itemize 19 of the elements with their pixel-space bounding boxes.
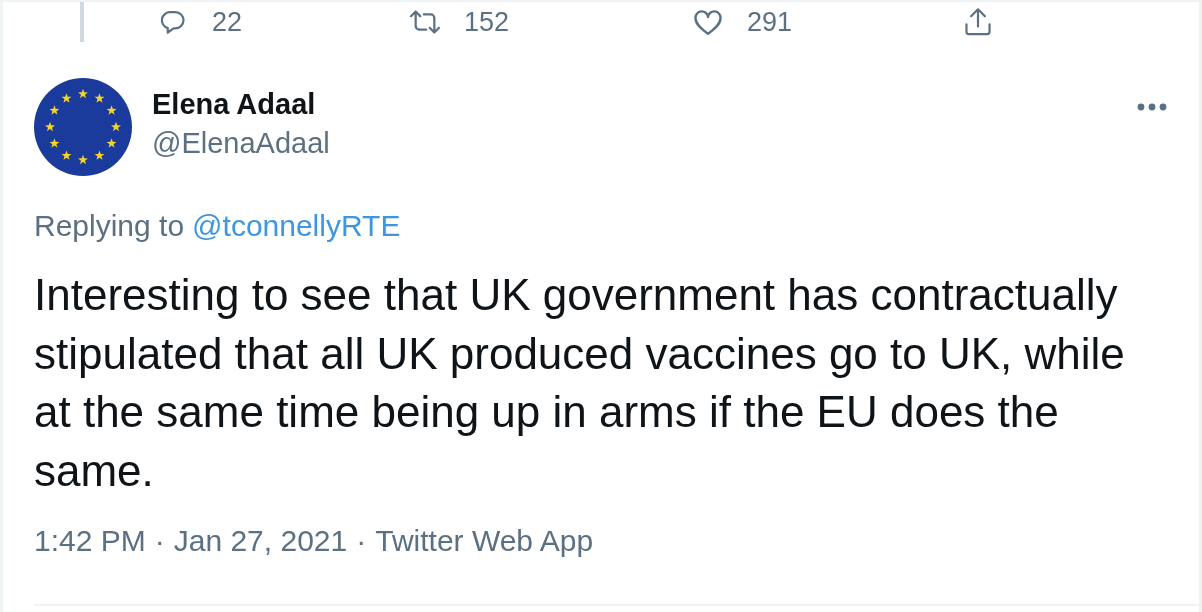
- mention-link[interactable]: @tconnellyRTE: [192, 208, 401, 244]
- tweet-time-link[interactable]: 1:42 PM: [34, 523, 146, 559]
- retweet-count: 152: [464, 8, 510, 36]
- tweet-source-link[interactable]: Twitter Web App: [375, 523, 594, 559]
- reply-count: 22: [212, 8, 243, 36]
- separator-dot: ·: [356, 523, 367, 559]
- author-handle[interactable]: @ElenaAdaal: [152, 126, 330, 160]
- author-name[interactable]: Elena Adaal: [152, 87, 330, 121]
- heart-icon: [693, 8, 723, 36]
- star-flag-avatar-icon[interactable]: [34, 78, 132, 176]
- share-icon: [964, 7, 992, 37]
- replying-to-label: Replying to: [34, 208, 185, 244]
- retweet-arrows-icon: [408, 8, 442, 36]
- tweet-date-link[interactable]: Jan 27, 2021: [173, 523, 348, 559]
- more-dots-icon: [1137, 103, 1167, 111]
- like-count: 291: [747, 8, 793, 36]
- tweet-text: Interesting to see that UK government has contractually stipulated that all UK produced vaccines go to UK, while at the same time being up in arms if the EU does the same.: [34, 269, 1126, 497]
- separator-dot: ·: [154, 523, 165, 559]
- speech-bubble-icon: [159, 8, 187, 36]
